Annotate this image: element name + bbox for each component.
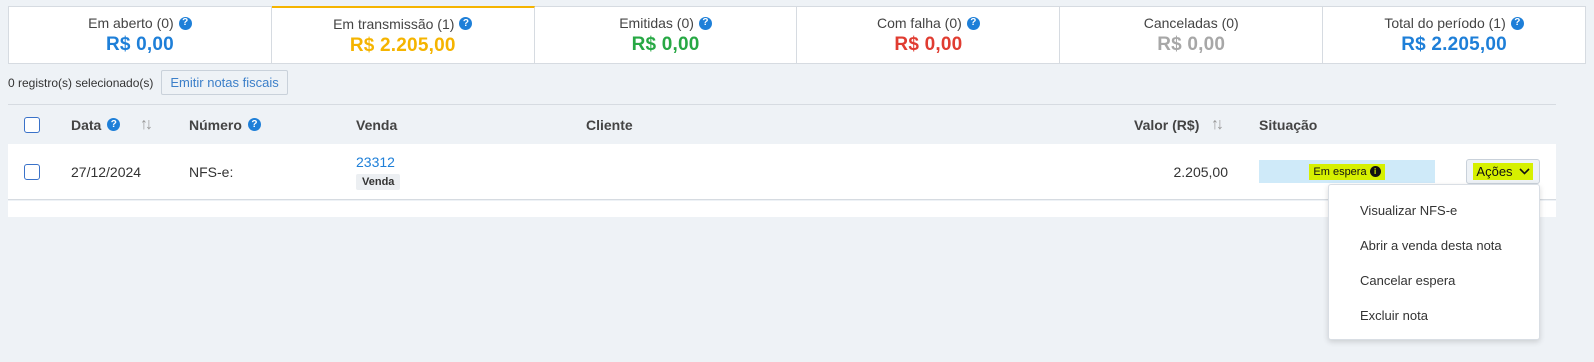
row-venda-link[interactable]: 23312 [356,154,395,170]
status-badge: Em espera i [1259,160,1435,183]
menu-item-abrir-venda[interactable]: Abrir a venda desta nota [1329,228,1539,263]
acoes-label: Ações [1476,164,1513,179]
row-numero: NFS-e: [189,163,234,180]
summary-tabs: Em aberto (0) ? R$ 0,00 Em transmissão (… [8,6,1586,64]
summary-card-emitidas[interactable]: Emitidas (0) ? R$ 0,00 [535,7,798,63]
selection-count: 0 registro(s) selecionado(s) [8,75,154,90]
row-data: 27/12/2024 [71,163,142,180]
invoices-table: Data ? ↑↓ Número ? Venda Cliente Valor (… [8,104,1556,200]
card-label: Em transmissão (1) [333,15,455,32]
help-icon[interactable]: ? [107,118,121,131]
selection-bar: 0 registro(s) selecionado(s) Emitir nota… [8,70,288,95]
card-label: Canceladas (0) [1143,15,1239,31]
table-row[interactable]: 27/12/2024 NFS-e: 23312 Venda 2.205,00 E… [8,144,1556,200]
card-label: Com falha (0) [876,15,962,31]
summary-card-canceladas[interactable]: Canceladas (0) R$ 0,00 [1060,7,1324,63]
menu-item-excluir[interactable]: Excluir nota [1329,298,1539,333]
row-checkbox[interactable] [24,163,40,180]
card-label: Em aberto (0) [88,15,174,31]
card-label: Emitidas (0) [619,15,694,31]
emit-invoices-button[interactable]: Emitir notas fiscais [161,70,288,95]
info-circle-icon[interactable]: i [1369,166,1381,177]
summary-card-em-transmissao[interactable]: Em transmissão (1) ? R$ 2.205,00 [271,6,535,63]
sort-arrows-icon[interactable]: ↑↓ [1211,116,1224,134]
summary-card-em-aberto[interactable]: Em aberto (0) ? R$ 0,00 [9,7,272,63]
column-header-cliente[interactable]: Cliente [586,117,633,133]
help-icon[interactable]: ? [178,16,192,30]
acoes-dropdown-menu: Visualizar NFS-e Abrir a venda desta not… [1328,184,1540,340]
help-icon[interactable]: ? [1510,16,1524,30]
row-venda-tag: Venda [356,173,401,190]
sort-arrows-icon[interactable]: ↑↓ [140,116,153,134]
status-text: Em espera [1313,165,1367,178]
select-all-checkbox[interactable] [24,116,40,133]
menu-item-cancelar-espera[interactable]: Cancelar espera [1329,263,1539,298]
table-header: Data ? ↑↓ Número ? Venda Cliente Valor (… [8,104,1556,144]
chevron-down-icon [1518,168,1530,175]
column-header-data[interactable]: Data [71,117,101,133]
table-footer-space [8,201,1556,217]
column-header-venda[interactable]: Venda [356,117,397,133]
summary-card-com-falha[interactable]: Com falha (0) ? R$ 0,00 [797,7,1061,63]
help-icon[interactable]: ? [698,16,712,30]
acoes-button[interactable]: Ações [1466,159,1540,184]
column-header-situacao[interactable]: Situação [1259,117,1317,133]
card-value: R$ 2.205,00 [1401,34,1507,55]
card-value: R$ 0,00 [1157,34,1226,55]
column-header-valor[interactable]: Valor (R$) [1134,117,1199,133]
row-valor: 2.205,00 [1173,163,1229,180]
help-icon[interactable]: ? [966,16,980,30]
help-icon[interactable]: ? [459,17,473,30]
summary-card-total-periodo[interactable]: Total do período (1) ? R$ 2.205,00 [1323,7,1585,63]
card-value: R$ 0,00 [894,34,963,55]
help-icon[interactable]: ? [247,118,261,131]
card-value: R$ 2.205,00 [349,34,456,56]
card-label: Total do período (1) [1384,15,1506,31]
menu-item-visualizar[interactable]: Visualizar NFS-e [1329,193,1539,228]
card-value: R$ 0,00 [631,34,700,55]
column-header-numero[interactable]: Número [189,117,242,133]
card-value: R$ 0,00 [105,34,174,55]
